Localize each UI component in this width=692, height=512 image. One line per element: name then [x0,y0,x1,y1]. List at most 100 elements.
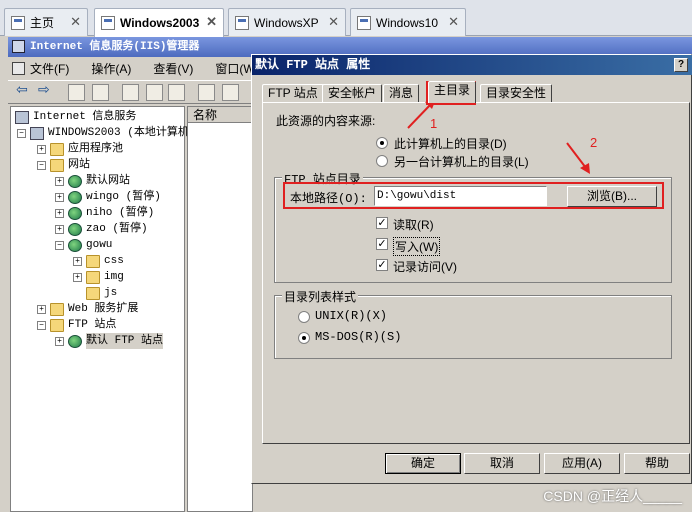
folder-icon [86,254,100,268]
column-header-name[interactable]: 名称 [188,107,252,123]
help-button[interactable]: 帮助 [624,453,690,474]
menu-view[interactable]: 查看(V) [153,60,193,77]
tab-windowsxp[interactable]: WindowsXP ✕ [228,8,346,36]
ftp-properties-dialog: 默认 FTP 站点 属性 ? FTP 站点 安全帐户 消息 主目录 目录安全性 … [251,54,692,484]
help-icon[interactable] [198,84,215,101]
folder-icon [50,142,64,156]
radio-other-computer-label[interactable]: 另一台计算机上的目录(L) [394,153,529,170]
watermark: CSDN @正经人_____ [543,488,682,504]
properties-icon[interactable] [122,84,139,101]
back-arrow-icon[interactable]: ⇦ [16,82,33,99]
tab-windows2003[interactable]: Windows2003 ✕ [94,8,224,37]
tab-messages[interactable]: 消息 [383,84,420,102]
read-checkbox[interactable]: ✓ [376,217,388,229]
annotation-box-local-path [283,182,664,209]
tree-item-img[interactable]: + img [73,269,124,285]
up-folder-icon[interactable] [68,84,85,101]
tree-item-gowu[interactable]: − gowu [55,237,112,253]
vm-icon [101,16,115,30]
tree-item-zao[interactable]: + zao (暂停) [55,221,148,237]
tree-item-windows2003[interactable]: − WINDOWS2003 (本地计算机) [17,125,195,141]
computer-icon [15,110,29,124]
folder-icon [86,270,100,284]
collapse-icon[interactable]: − [37,320,46,330]
detail-list: 名称 [187,106,253,512]
menu-file[interactable]: 文件(F) [30,60,69,77]
tree-item-css[interactable]: + css [73,253,124,269]
radio-unix[interactable] [298,311,310,323]
tab-ftp-site[interactable]: FTP 站点 [262,84,324,102]
globe-icon [68,190,82,204]
expand-icon[interactable]: + [73,272,82,282]
radio-other-computer[interactable] [376,155,388,167]
write-checkbox-label[interactable]: 写入(W) [393,237,441,256]
expand-icon[interactable]: + [37,304,46,314]
expand-icon[interactable]: + [73,256,82,266]
collapse-icon[interactable]: − [55,240,64,250]
folder-icon [50,318,64,332]
tree-item-websites[interactable]: − 网站 [37,157,90,173]
tree-item-app-pools[interactable]: + 应用程序池 [37,141,123,157]
annotation-number-1: 1 [430,116,438,131]
radio-msdos-label[interactable]: MS-DOS(R)(S) [315,330,401,344]
expand-icon[interactable]: + [55,192,64,202]
tree-item-wingo[interactable]: + wingo (暂停) [55,189,161,205]
write-checkbox[interactable]: ✓ [376,238,388,250]
view-icon[interactable] [222,84,239,101]
radio-this-computer-label[interactable]: 此计算机上的目录(D) [394,135,507,152]
tree-view: Internet 信息服务 − WINDOWS2003 (本地计算机) + 应用… [10,106,195,512]
globe-icon [68,334,82,348]
tab-windows10[interactable]: Windows10 ✕ [350,8,466,36]
iis-icon [12,40,25,53]
ok-button[interactable]: 确定 [385,453,461,474]
tree-item-web-extensions[interactable]: + Web 服务扩展 [37,301,138,317]
tab-security-accounts[interactable]: 安全帐户 [322,84,383,102]
expand-icon[interactable]: + [55,224,64,234]
collapse-icon[interactable]: − [37,160,46,170]
tree-item-niho[interactable]: + niho (暂停) [55,205,154,221]
apply-button[interactable]: 应用(A) [544,453,620,474]
tree-item-ftp-sites[interactable]: − FTP 站点 [37,317,116,333]
directory-listing-group-label: 目录列表样式 [282,288,359,305]
close-icon[interactable]: ✕ [206,14,217,30]
log-visits-checkbox-label[interactable]: 记录访问(V) [393,258,457,275]
tree-item-default-site[interactable]: + 默认网站 [55,173,130,189]
expand-icon[interactable]: + [55,336,64,346]
close-icon[interactable]: ✕ [328,14,339,30]
menu-action[interactable]: 操作(A) [91,60,131,77]
log-visits-checkbox[interactable]: ✓ [376,259,388,271]
folder-icon [86,286,100,300]
vm-tab-bar: 主页 ✕ Windows2003 ✕ WindowsXP ✕ Windows10… [0,0,692,37]
content-source-label: 此资源的内容来源: [276,114,376,128]
folder-icon [50,302,64,316]
refresh-icon[interactable] [146,84,163,101]
forward-arrow-icon[interactable]: ⇨ [38,82,55,99]
tab-home-directory[interactable]: 主目录 [428,81,477,103]
mmc-console-icon[interactable] [12,62,25,75]
expand-icon[interactable]: + [37,144,46,154]
vm-icon [235,15,249,30]
read-checkbox-label[interactable]: 读取(R) [393,216,434,233]
tab-home[interactable]: 主页 ✕ [4,8,88,36]
tree-item-js[interactable]: js [86,285,117,301]
close-icon[interactable]: ✕ [448,14,459,30]
expand-icon[interactable]: + [55,208,64,218]
globe-icon [68,206,82,220]
tab-directory-security[interactable]: 目录安全性 [480,84,553,102]
context-help-button[interactable]: ? [674,58,688,72]
collapse-icon[interactable]: − [17,128,26,138]
radio-this-computer[interactable] [376,137,388,149]
dialog-titlebar: 默认 FTP 站点 属性 ? [252,55,692,75]
export-icon[interactable] [168,84,185,101]
close-icon[interactable]: ✕ [70,14,81,30]
home-icon [11,15,25,30]
cancel-button[interactable]: 取消 [464,453,540,474]
show-tree-icon[interactable] [92,84,109,101]
tree-item-default-ftp[interactable]: + 默认 FTP 站点 [55,333,164,349]
computer-icon [30,126,44,140]
radio-unix-label[interactable]: UNIX(R)(X) [315,309,387,323]
radio-msdos[interactable] [298,332,310,344]
tree-item-iis[interactable]: Internet 信息服务 [15,109,136,125]
expand-icon[interactable]: + [55,176,64,186]
globe-icon [68,238,82,252]
